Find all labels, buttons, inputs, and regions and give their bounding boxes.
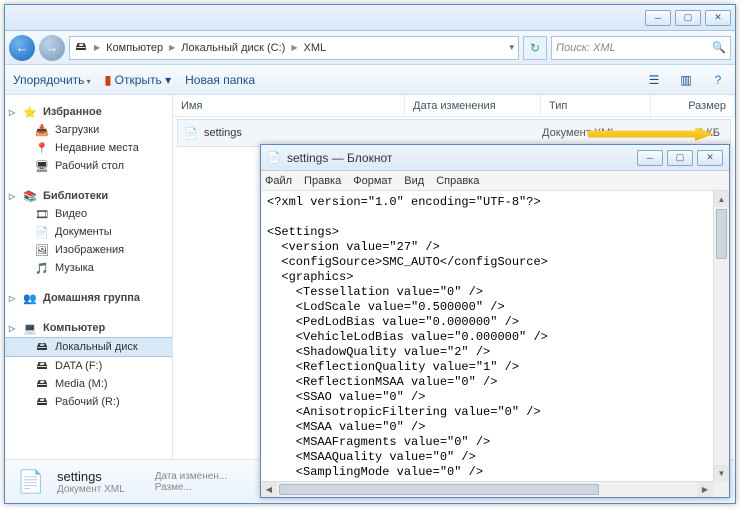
nav-videos[interactable]: 🎞Видео: [5, 205, 172, 223]
col-name[interactable]: Имя: [173, 95, 405, 116]
notepad-titlebar: 📄 settings — Блокнот ─ ▢ ✕: [261, 145, 729, 171]
music-icon: 🎵: [35, 261, 49, 275]
nav-documents[interactable]: 📄Документы: [5, 223, 172, 241]
scroll-corner: [713, 481, 729, 497]
menu-view[interactable]: Вид: [404, 175, 424, 187]
col-size[interactable]: Размер: [651, 95, 735, 116]
v-thumb[interactable]: [716, 209, 727, 259]
np-maximize-button[interactable]: ▢: [667, 150, 693, 166]
nav-data[interactable]: 🖴DATA (F:): [5, 357, 172, 375]
column-headers: Имя Дата изменения Тип Размер: [173, 95, 735, 117]
toolbar: Упорядочить ▮ Открыть ▾ Новая папка ☰ ▥ …: [5, 65, 735, 95]
notepad-menu: Файл Правка Формат Вид Справка: [261, 171, 729, 191]
nav-media[interactable]: 🖴Media (M:): [5, 375, 172, 393]
nav-computer[interactable]: ▷💻Компьютер: [5, 317, 172, 337]
preview-icon[interactable]: ▥: [677, 71, 695, 89]
download-icon: 📥: [35, 123, 49, 137]
search-box[interactable]: Поиск: XML 🔍: [551, 36, 731, 60]
crumb-localdisk[interactable]: Локальный диск (C:): [181, 42, 285, 54]
nav-recent[interactable]: 📍Недавние места: [5, 139, 172, 157]
menu-edit[interactable]: Правка: [304, 175, 341, 187]
star-icon: ⭐: [23, 105, 37, 119]
video-icon: 🎞: [35, 207, 49, 221]
back-button[interactable]: ←: [9, 35, 35, 61]
refresh-button[interactable]: ↻: [523, 36, 547, 60]
nav-desktop[interactable]: 🖥Рабочий стол: [5, 157, 172, 175]
status-type: Документ XML: [57, 484, 125, 495]
nav-libraries[interactable]: ▷📚Библиотеки: [5, 185, 172, 205]
v-scrollbar[interactable]: ▲ ▼: [713, 191, 729, 481]
file-name: settings: [204, 127, 242, 139]
notepad-body: <?xml version="1.0" encoding="UTF-8"?> <…: [261, 191, 729, 497]
computer-icon: 💻: [23, 321, 37, 335]
forward-button[interactable]: →: [39, 35, 65, 61]
crumb-xml[interactable]: XML: [304, 42, 327, 54]
notepad-window: 📄 settings — Блокнот ─ ▢ ✕ Файл Правка Ф…: [260, 144, 730, 498]
open-button[interactable]: ▮ Открыть ▾: [105, 73, 171, 87]
search-icon: 🔍: [712, 41, 726, 54]
library-icon: 📚: [23, 189, 37, 203]
nav-localdisk[interactable]: 🖴Локальный диск: [5, 337, 172, 357]
status-name: settings: [57, 469, 125, 484]
address-bar[interactable]: 🖴 ▶ Компьютер ▶ Локальный диск (C:) ▶ XM…: [69, 36, 519, 60]
notepad-title: settings — Блокнот: [287, 151, 392, 165]
nav-homegroup[interactable]: ▷👥Домашняя группа: [5, 287, 172, 307]
nav-music[interactable]: 🎵Музыка: [5, 259, 172, 277]
drive-icon: 🖴: [35, 377, 49, 391]
h-scrollbar[interactable]: ◀ ▶: [261, 481, 713, 497]
nav-bar: ← → 🖴 ▶ Компьютер ▶ Локальный диск (C:) …: [5, 31, 735, 65]
recent-icon: 📍: [35, 141, 49, 155]
nav-favorites[interactable]: ▷⭐Избранное: [5, 101, 172, 121]
menu-format[interactable]: Формат: [353, 175, 392, 187]
file-row-settings[interactable]: 📄settings Документ XML 3 КБ: [177, 119, 731, 147]
close-button[interactable]: ✕: [705, 10, 731, 26]
xml-icon: 📄: [184, 126, 198, 140]
view-icon[interactable]: ☰: [645, 71, 663, 89]
drive-icon: 🖴: [74, 41, 88, 55]
office-icon: ▮: [105, 73, 112, 87]
help-icon[interactable]: ?: [709, 71, 727, 89]
col-date[interactable]: Дата изменения: [405, 95, 541, 116]
organize-button[interactable]: Упорядочить: [13, 73, 91, 87]
maximize-button[interactable]: ▢: [675, 10, 701, 26]
status-size-label: Разме...: [155, 482, 227, 493]
drive-icon: 🖴: [35, 395, 49, 409]
h-thumb[interactable]: [279, 484, 599, 495]
notepad-icon: 📄: [267, 151, 281, 165]
doc-icon: 📄: [35, 225, 49, 239]
notepad-text[interactable]: <?xml version="1.0" encoding="UTF-8"?> <…: [261, 191, 713, 481]
file-icon-large: 📄: [15, 466, 47, 498]
nav-work[interactable]: 🖴Рабочий (R:): [5, 393, 172, 411]
drive-icon: 🖴: [35, 359, 49, 373]
scroll-right-icon[interactable]: ▶: [697, 482, 713, 497]
scroll-up-icon[interactable]: ▲: [714, 191, 729, 207]
explorer-titlebar: ─ ▢ ✕: [5, 5, 735, 31]
scroll-left-icon[interactable]: ◀: [261, 482, 277, 497]
col-type[interactable]: Тип: [541, 95, 651, 116]
drive-icon: 🖴: [35, 340, 49, 354]
search-placeholder: Поиск: XML: [556, 42, 616, 54]
minimize-button[interactable]: ─: [645, 10, 671, 26]
nav-pane: ▷⭐Избранное 📥Загрузки 📍Недавние места 🖥Р…: [5, 95, 173, 459]
nav-pictures[interactable]: 🖼Изображения: [5, 241, 172, 259]
desktop-icon: 🖥: [35, 159, 49, 173]
nav-downloads[interactable]: 📥Загрузки: [5, 121, 172, 139]
homegroup-icon: 👥: [23, 291, 37, 305]
newfolder-button[interactable]: Новая папка: [185, 73, 255, 87]
np-minimize-button[interactable]: ─: [637, 150, 663, 166]
pic-icon: 🖼: [35, 243, 49, 257]
scroll-down-icon[interactable]: ▼: [714, 465, 729, 481]
menu-help[interactable]: Справка: [436, 175, 479, 187]
status-date-label: Дата изменен...: [155, 471, 227, 482]
crumb-computer[interactable]: Компьютер: [106, 42, 163, 54]
menu-file[interactable]: Файл: [265, 175, 292, 187]
np-close-button[interactable]: ✕: [697, 150, 723, 166]
